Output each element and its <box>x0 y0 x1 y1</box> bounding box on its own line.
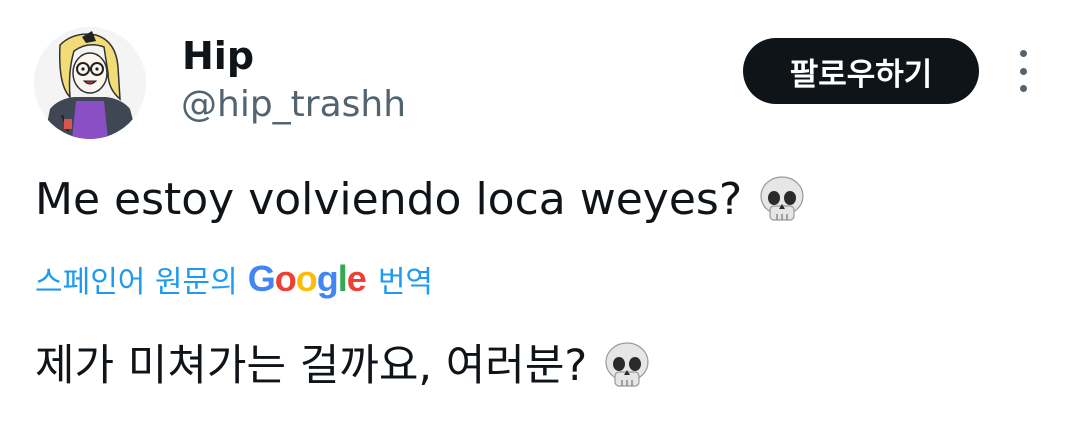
translation-attribution-link[interactable]: 스페인어 원문의 Google 번역 <box>35 256 433 302</box>
tweet-body: Me estoy volviendo loca weyes? <box>35 170 808 230</box>
translation-prefix: 스페인어 원문의 <box>35 265 238 300</box>
avatar-image <box>34 27 146 139</box>
translated-tweet-body: 제가 미쳐가는 걸까요, 여러분? <box>35 335 653 397</box>
more-options-icon[interactable] <box>1010 50 1036 92</box>
translation-suffix: 번역 <box>377 265 434 300</box>
more-dot <box>1019 67 1027 75</box>
translated-text: 제가 미쳐가는 걸까요, 여러분? <box>35 341 588 391</box>
google-logo: Google <box>247 258 367 299</box>
skull-icon <box>760 176 804 221</box>
more-dot <box>1019 50 1027 57</box>
avatar[interactable] <box>34 27 146 139</box>
skull-icon <box>605 342 649 387</box>
follow-button[interactable]: 팔로우하기 <box>743 38 979 104</box>
user-display-name[interactable]: Hip <box>182 32 254 80</box>
tweet-text: Me estoy volviendo loca weyes? <box>35 174 743 225</box>
user-handle[interactable]: @hip_trashh <box>181 82 406 128</box>
more-dot <box>1019 85 1027 92</box>
